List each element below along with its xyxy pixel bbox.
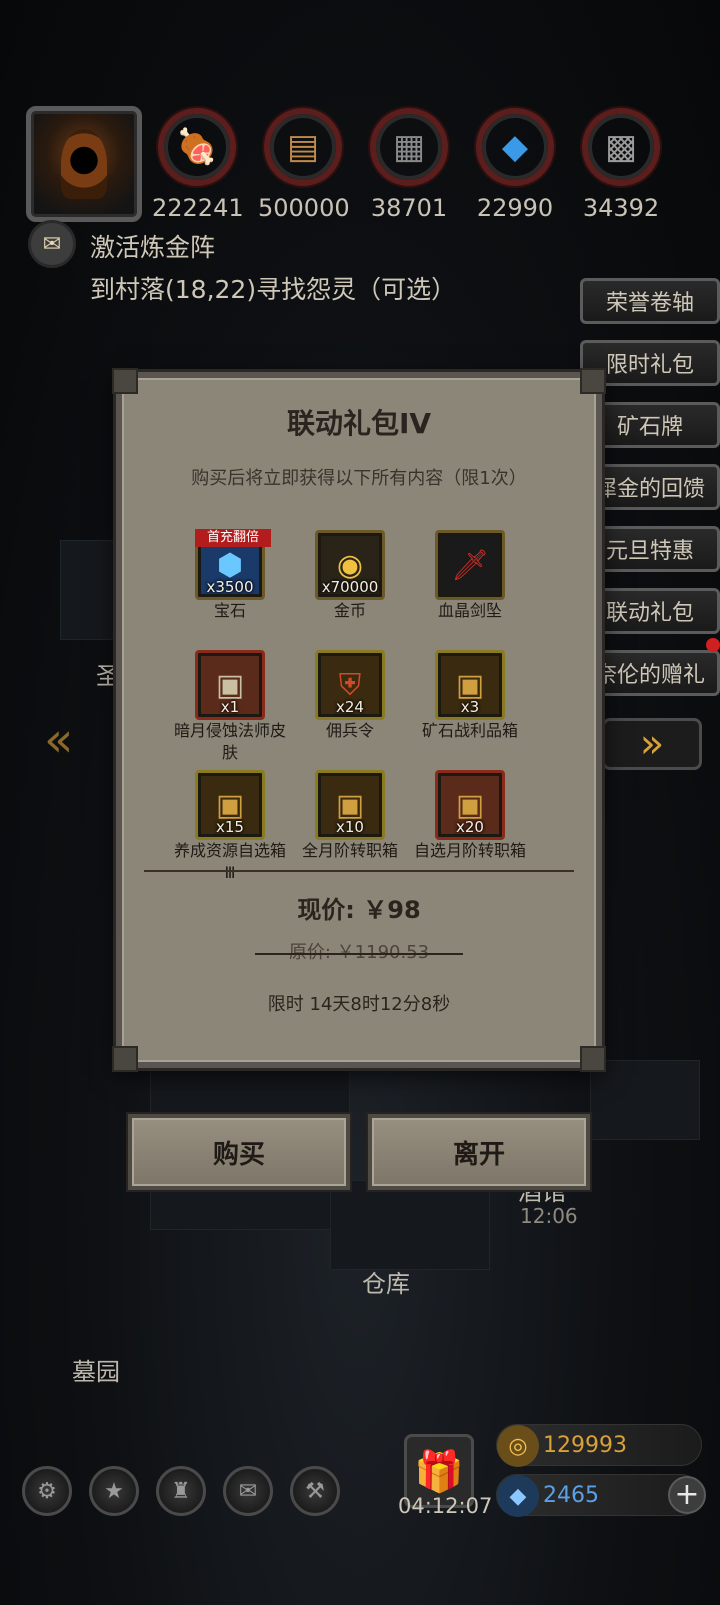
gem-icon: ◆ <box>497 1475 539 1517</box>
resource-3[interactable]: ◆ 22990 <box>470 108 560 222</box>
hero-icon[interactable]: ♜ <box>156 1466 206 1516</box>
resource-value: 22990 <box>476 194 554 222</box>
bundle-dialog: 联动礼包IV 购买后将立即获得以下所有内容（限1次） ⬢ 首充翻倍 x3500 宝石 ◉… <box>112 368 606 1072</box>
item-count: x15 <box>216 818 244 836</box>
item-count: x3 <box>460 698 480 716</box>
sword-pendant-icon: 🗡 <box>435 530 505 600</box>
reward-item[interactable]: ▣ x15 养成资源自选箱Ⅲ <box>170 770 290 882</box>
wood-icon: ▤ <box>264 108 342 186</box>
frame-corner <box>580 1046 606 1072</box>
leave-button[interactable]: 离开 <box>368 1114 590 1190</box>
dialog-subtitle: 购买后将立即获得以下所有内容（限1次） <box>191 468 527 489</box>
reward-item[interactable]: ⬢ 首充翻倍 x3500 宝石 <box>170 529 290 638</box>
reward-item[interactable]: ⛨ x24 佣兵令 <box>290 650 410 758</box>
frame-corner <box>112 1046 138 1072</box>
building-silhouette <box>330 1180 490 1270</box>
item-name: 暗月侵蚀法师皮肤 <box>173 721 286 762</box>
shop-icon[interactable]: ⚒ <box>290 1466 340 1516</box>
item-count: x24 <box>336 698 364 716</box>
time-limit: 限时 14天8时12分8秒 <box>267 994 451 1015</box>
gold-counter: ◎ 129993 <box>496 1424 702 1467</box>
notification-dot <box>706 638 720 652</box>
resource-value: 500000 <box>258 194 350 222</box>
gift-timer: 04:12:07 <box>398 1494 493 1518</box>
add-gems-button[interactable]: + <box>668 1476 706 1514</box>
divider <box>144 870 574 872</box>
reward-item[interactable]: ◉ x70000 金币 <box>290 530 410 638</box>
item-name: 金币 <box>333 601 366 620</box>
gold-value: 129993 <box>543 1433 627 1458</box>
iron-icon: ▦ <box>370 108 448 186</box>
resource-4[interactable]: ▩ 34392 <box>576 108 666 222</box>
item-name: 养成资源自选箱Ⅲ <box>173 841 286 882</box>
item-count: x1 <box>220 698 240 716</box>
resource-2[interactable]: ▦ 38701 <box>364 108 454 222</box>
item-count: x70000 <box>321 578 379 596</box>
achievement-star-icon[interactable]: ★ <box>89 1466 139 1516</box>
side-menu-item[interactable]: 荣誉卷轴 <box>580 278 720 324</box>
settings-gear-icon[interactable]: ⚙ <box>22 1466 72 1516</box>
frame-corner <box>580 368 606 394</box>
meat-icon: 🍖 <box>158 108 236 186</box>
item-name: 自选月阶转职箱 <box>413 841 526 860</box>
current-price: 现价: ￥98 <box>297 896 421 924</box>
item-name: 血晶剑坠 <box>437 601 502 620</box>
dialog-title: 联动礼包IV <box>286 407 432 440</box>
quest-title[interactable]: 激活炼金阵 <box>90 228 215 264</box>
item-count: x3500 <box>206 578 254 596</box>
resource-1[interactable]: ▤ 500000 <box>258 108 350 222</box>
original-price-text: 原价: ￥1190.53 <box>288 942 430 963</box>
map-label-graveyard[interactable]: 墓园 <box>72 1352 120 1387</box>
original-price: 原价: ￥1190.53 <box>122 938 596 964</box>
building-silhouette <box>590 1060 700 1140</box>
resource-value: 222241 <box>152 194 244 222</box>
scroll-icon[interactable]: ✉ <box>28 220 76 268</box>
item-count: x20 <box>456 818 484 836</box>
reward-item[interactable]: ▣ x1 暗月侵蚀法师皮肤 <box>170 650 290 762</box>
reward-item[interactable]: ▣ x20 自选月阶转职箱 <box>410 770 530 878</box>
quest-description[interactable]: 到村落(18,22)寻找怨灵（可选） <box>90 270 456 306</box>
item-name: 全月阶转职箱 <box>301 841 398 860</box>
item-name: 矿石战利品箱 <box>421 721 518 740</box>
menu-next-arrow-icon[interactable]: » <box>602 718 702 770</box>
player-avatar[interactable] <box>26 106 142 222</box>
map-left-arrow-icon[interactable]: « <box>44 712 73 768</box>
resource-value: 34392 <box>582 194 660 222</box>
mail-icon[interactable]: ✉ <box>223 1466 273 1516</box>
gold-coin-icon: ◎ <box>497 1425 539 1467</box>
hooded-figure-icon <box>61 129 107 199</box>
item-count: x10 <box>336 818 364 836</box>
buy-button[interactable]: 购买 <box>128 1114 350 1190</box>
map-label-warehouse[interactable]: 仓库 <box>362 1264 410 1299</box>
reward-grid: ⬢ 首充翻倍 x3500 宝石 ◉ x70000 金币 🗡 血晶剑坠 ▣ x1 暗月侵蚀法师皮肤 ⛨ x2… <box>170 529 530 882</box>
reward-item[interactable]: 🗡 血晶剑坠 <box>410 530 530 638</box>
tavern-timer: 12:06 <box>520 1204 578 1228</box>
reward-item[interactable]: ▣ x10 全月阶转职箱 <box>290 770 410 878</box>
first-recharge-badge: 首充翻倍 <box>195 529 271 547</box>
resource-0[interactable]: 🍖 222241 <box>152 108 244 222</box>
resource-value: 38701 <box>370 194 448 222</box>
crystal-icon: ◆ <box>476 108 554 186</box>
item-name: 宝石 <box>213 601 246 620</box>
gem-value: 2465 <box>543 1483 599 1508</box>
ore-icon: ▩ <box>582 108 660 186</box>
frame-corner <box>112 368 138 394</box>
reward-item[interactable]: ▣ x3 矿石战利品箱 <box>410 650 530 758</box>
item-name: 佣兵令 <box>325 721 374 740</box>
